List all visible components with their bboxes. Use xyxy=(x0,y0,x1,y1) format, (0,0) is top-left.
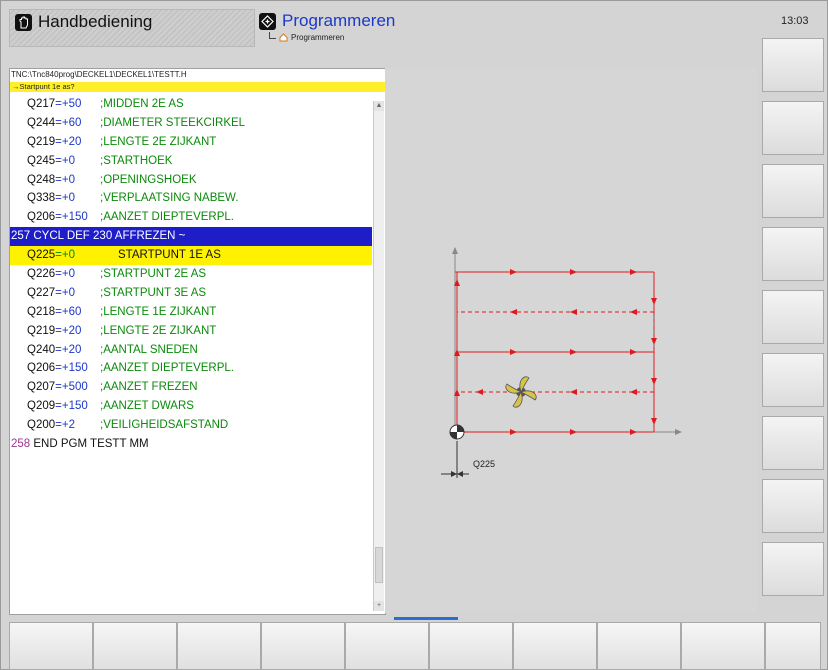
sub-mode-label: Programmeren xyxy=(291,33,345,42)
milling-path-graphic xyxy=(441,247,682,478)
program-line[interactable]: Q338=+0 ;VERPLAATSING NABEW. xyxy=(10,189,372,208)
program-line[interactable]: Q200=+2 ;VEILIGHEIDSAFSTAND xyxy=(10,416,372,435)
vertical-softkey[interactable] xyxy=(762,101,824,155)
program-line[interactable]: Q240=+20 ;AANTAL SNEDEN xyxy=(10,341,372,360)
milling-tool-icon xyxy=(505,376,537,408)
vertical-softkey-bar xyxy=(758,38,824,614)
vertical-softkey[interactable] xyxy=(762,38,824,92)
program-line[interactable]: Q248=+0 ;OPENINGSHOEK xyxy=(10,171,372,190)
scroll-down-icon[interactable]: + xyxy=(374,601,384,611)
vertical-softkey[interactable] xyxy=(762,227,824,281)
program-line[interactable]: Q227=+0 ;STARTPUNT 3E AS xyxy=(10,284,372,303)
softkey-page-indicator xyxy=(394,617,458,620)
mode-manual[interactable]: Handbediening xyxy=(9,9,255,47)
home-icon xyxy=(279,33,288,42)
program-line[interactable]: Q218=+60 ;LENGTE 1E ZIJKANT xyxy=(10,303,372,322)
editor-scrollbar[interactable]: ▲ + xyxy=(373,101,384,611)
vertical-softkey[interactable] xyxy=(762,290,824,344)
dialog-prompt: →Startpunt 1e as? xyxy=(10,82,385,92)
softkey[interactable] xyxy=(597,622,681,670)
clock: 13:03 xyxy=(781,15,809,27)
softkey[interactable] xyxy=(681,622,765,670)
sub-mode: Programmeren xyxy=(269,32,345,42)
vertical-softkey[interactable] xyxy=(762,542,824,596)
softkey[interactable] xyxy=(429,622,513,670)
program-line[interactable]: Q245=+0 ;STARTHOEK xyxy=(10,152,372,171)
program-editor[interactable]: TNC:\Tnc840prog\DECKEL1\DECKEL1\TESTT.H … xyxy=(9,68,386,615)
help-graphic: Q225 xyxy=(385,68,757,613)
program-line[interactable]: Q206=+150 ;AANZET DIEPTEVERPL. xyxy=(10,208,372,227)
softkey[interactable] xyxy=(765,622,821,670)
program-line[interactable]: Q209=+150 ;AANZET DWARS xyxy=(10,397,372,416)
vertical-softkey[interactable] xyxy=(762,353,824,407)
current-line[interactable]: Q225=+0 STARTPUNT 1E AS xyxy=(10,246,372,266)
tnc-screen: Handbediening Programmeren Programmeren … xyxy=(0,0,828,670)
scroll-up-icon[interactable]: ▲ xyxy=(374,101,384,111)
softkey[interactable] xyxy=(93,622,177,670)
dimension-label: Q225 xyxy=(473,459,496,469)
horizontal-softkey-bar xyxy=(9,622,821,670)
scroll-thumb[interactable] xyxy=(375,547,383,583)
mode-programming[interactable]: Programmeren Programmeren xyxy=(255,9,755,45)
sub-arrow-icon xyxy=(269,32,276,39)
softkey[interactable] xyxy=(261,622,345,670)
program-line[interactable]: Q244=+60 ;DIAMETER STEEKCIRKEL xyxy=(10,114,372,133)
vertical-softkey[interactable] xyxy=(762,416,824,470)
hand-icon xyxy=(15,14,32,31)
mode-manual-label: Handbediening xyxy=(38,12,153,31)
program-line[interactable]: Q219=+20 ;LENGTE 2E ZIJKANT xyxy=(10,133,372,152)
cycle-block-line[interactable]: 257 CYCL DEF 230 AFFREZEN ~ xyxy=(10,227,372,247)
file-path: TNC:\Tnc840prog\DECKEL1\DECKEL1\TESTT.H xyxy=(11,70,187,79)
start-point-icon xyxy=(449,424,465,440)
softkey[interactable] xyxy=(513,622,597,670)
program-line[interactable]: Q217=+50 ;MIDDEN 2E AS xyxy=(10,95,372,114)
vertical-softkey[interactable] xyxy=(762,164,824,218)
program-line[interactable]: Q219=+20 ;LENGTE 2E ZIJKANT xyxy=(10,322,372,341)
program-line[interactable]: Q206=+150 ;AANZET DIEPTEVERPL. xyxy=(10,359,372,378)
program-line[interactable]: Q226=+0 ;STARTPUNT 2E AS xyxy=(10,265,372,284)
end-program-line[interactable]: 258 END PGM TESTT MM xyxy=(10,435,372,454)
program-line[interactable]: Q207=+500 ;AANZET FREZEN xyxy=(10,378,372,397)
softkey[interactable] xyxy=(177,622,261,670)
mode-programming-label: Programmeren xyxy=(282,11,396,30)
softkey[interactable] xyxy=(9,622,93,670)
softkey[interactable] xyxy=(345,622,429,670)
program-lines: Q217=+50 ;MIDDEN 2E AS Q244=+60 ;DIAMETE… xyxy=(10,95,372,454)
vertical-softkey[interactable] xyxy=(762,479,824,533)
programming-icon xyxy=(259,13,276,30)
